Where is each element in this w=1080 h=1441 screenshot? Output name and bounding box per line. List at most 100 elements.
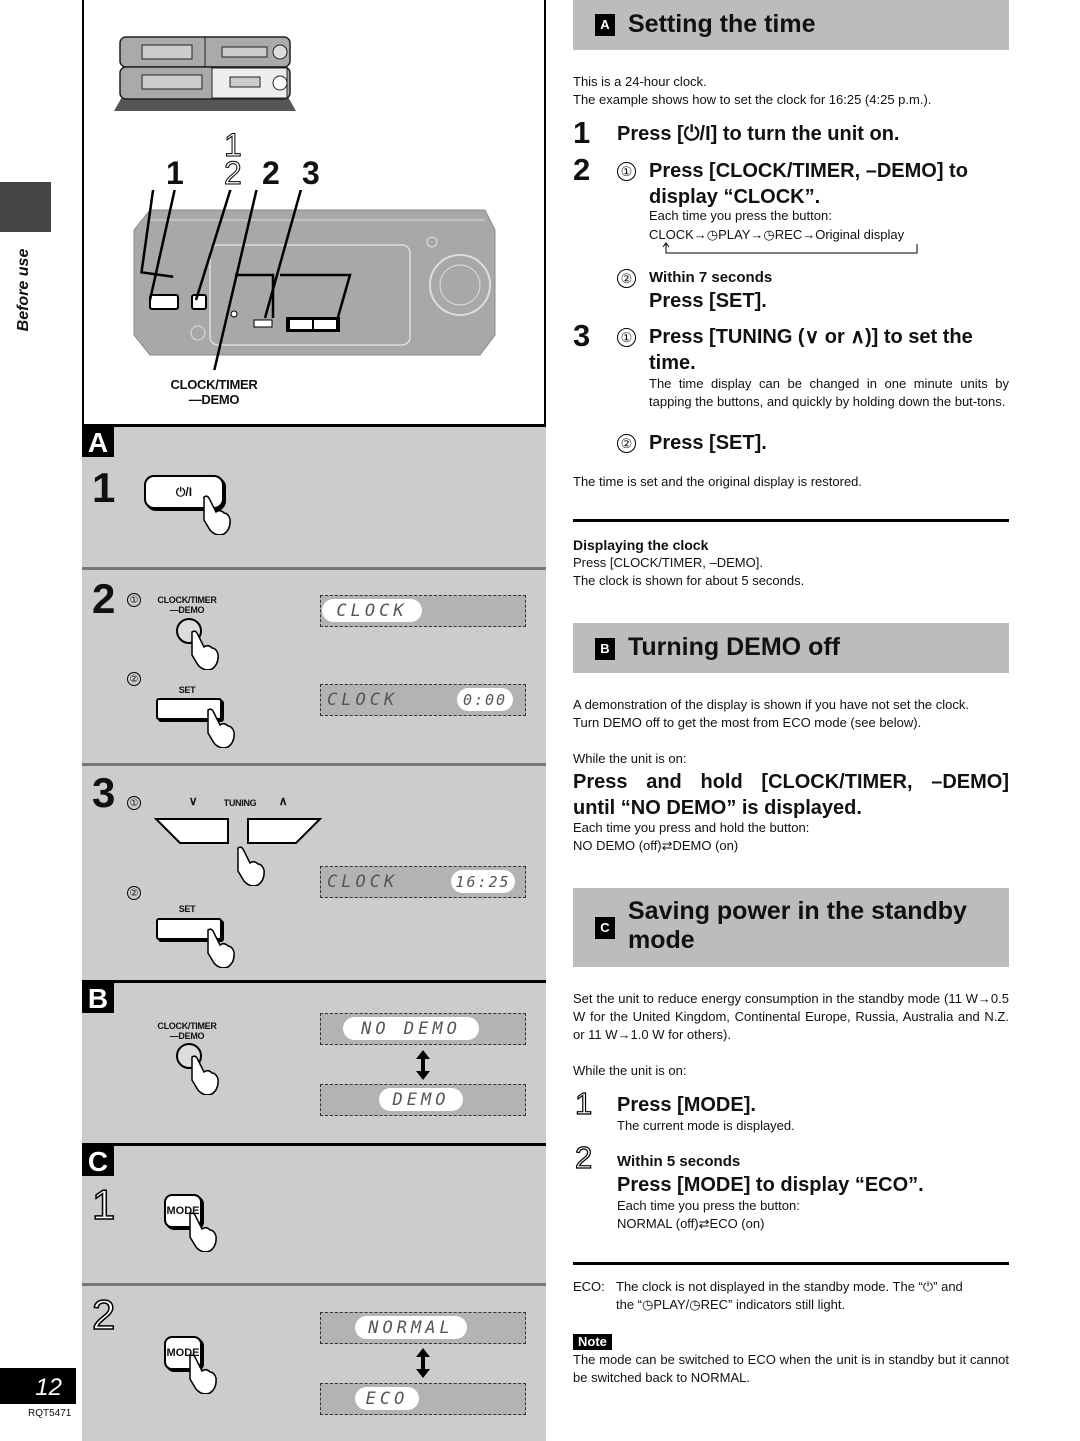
step-number: 2 <box>92 575 116 622</box>
panel-b: B CLOCK/TIMER —DEMO NO DEMO DEMO <box>82 980 546 1143</box>
tuning-up-glyph: ∧ <box>278 794 288 808</box>
intro-text: A demonstration of the display is shown … <box>573 697 969 712</box>
eco-description: the “◷PLAY/◷REC” indicators still light. <box>616 1297 846 1312</box>
cycle-return-arrow-icon <box>662 242 918 254</box>
pointing-hand-icon <box>203 495 231 535</box>
page-number: 12 <box>0 1368 76 1404</box>
display-clock-time: CLOCK 0:00 <box>320 684 526 716</box>
section-badge: A <box>595 14 615 36</box>
toggle-sequence: NO DEMO (off)⇄DEMO (on) <box>573 838 739 853</box>
sub-step-marker: ② <box>617 269 636 288</box>
panel-c-step2: 2 MODE NORMAL ECO <box>82 1283 546 1441</box>
tuning-buttons[interactable] <box>154 816 326 846</box>
divider <box>573 519 1009 522</box>
condition-text: While the unit is on: <box>573 1063 687 1078</box>
label-line2: —DEMO <box>169 605 205 615</box>
intro-text: Turn DEMO off to get the most from ECO m… <box>573 715 922 730</box>
pointing-hand-icon <box>191 630 219 670</box>
label-line1: CLOCK/TIMER <box>157 1021 217 1031</box>
section-tab-marker <box>0 182 51 232</box>
step-number: 1 <box>574 1086 593 1121</box>
panel-a-step3: 3 ① ∨ TUNING ∧ CLOCK 16:25 ② SET <box>82 763 546 980</box>
label-line1: CLOCK/TIMER <box>157 595 217 605</box>
eco-description: The clock is not displayed in the standb… <box>616 1279 963 1294</box>
step-number: 2 <box>91 1291 116 1338</box>
step-instruction: Press [⏻/I] to turn the unit on. <box>617 123 900 145</box>
display-no-demo: NO DEMO <box>320 1013 526 1045</box>
stereo-system-icon <box>114 36 296 111</box>
toggle-arrow-icon <box>416 1050 430 1080</box>
sub-step-marker: ② <box>127 672 141 686</box>
section-c-header: C Saving power in the standby mode <box>573 888 1009 967</box>
step-instruction: Press [SET]. <box>649 432 767 454</box>
section-badge: B <box>595 638 615 660</box>
set-label: SET <box>178 685 196 695</box>
toggle-sequence: NORMAL (off)⇄ECO (on) <box>617 1216 765 1231</box>
outro-text: The time is set and the original display… <box>573 474 863 489</box>
display-text: CLOCK <box>322 599 422 622</box>
divider <box>573 1262 1009 1265</box>
step-note: Each time you press the button: <box>617 1198 800 1213</box>
step-instruction: Press [TUNING (∨ or ∧)] to set the <box>649 326 973 348</box>
note-text: The mode can be switched to ECO when the… <box>573 1352 1009 1385</box>
overview-illustration: 1 1 2 2 3 CLOCK/TIMER —DEMO <box>82 0 546 427</box>
step-note: Each time you press and hold the button: <box>573 820 810 835</box>
step-number: 2 <box>574 1140 593 1175</box>
step-instruction: Press and hold [CLOCK/TIMER, –DEMO] <box>573 771 1009 793</box>
time-limit-note: Within 5 seconds <box>617 1153 741 1170</box>
pointing-hand-icon <box>189 1212 217 1252</box>
panel-badge-b: B <box>82 983 114 1014</box>
subsection-title: Displaying the clock <box>573 537 709 553</box>
pointing-hand-icon <box>207 928 235 968</box>
intro-text: This is a 24-hour clock. <box>573 74 707 89</box>
tuning-label: TUNING <box>223 798 257 808</box>
step-instruction: time. <box>649 352 696 374</box>
intro-text: Set the unit to reduce energy consumptio… <box>573 991 1009 1042</box>
display-text: ECO <box>355 1387 419 1410</box>
clock-timer-demo-label: CLOCK/TIMER —DEMO <box>154 1021 220 1041</box>
set-label: SET <box>178 904 196 914</box>
sub-step-marker: ① <box>127 593 141 607</box>
step-instruction: Press [MODE]. <box>617 1094 756 1116</box>
pointing-hand-icon <box>207 708 235 748</box>
note-badge: Note <box>573 1334 612 1350</box>
callout-step-2-sub2: 2 <box>224 155 243 192</box>
clock-timer-demo-callout-label: CLOCK/TIMER —DEMO <box>164 377 264 407</box>
display-clock-1625: CLOCK 16:25 <box>320 866 526 898</box>
pointing-hand-icon <box>191 1055 219 1095</box>
step-note: Each time you press the button: <box>649 208 832 223</box>
step-number: 2 <box>573 152 591 187</box>
panel-a-step2: 2 ① CLOCK/TIMER —DEMO CLOCK ② SET CLOCK … <box>82 567 546 763</box>
callout-label-line2: —DEMO <box>188 392 240 407</box>
display-eco: ECO <box>320 1383 526 1415</box>
display-normal: NORMAL <box>320 1312 526 1344</box>
panel-a-step1: A 1 ⏻/I <box>82 427 546 567</box>
document-code: RQT5471 <box>28 1408 72 1419</box>
sub-step-marker: ② <box>617 434 636 453</box>
sub-step-marker: ① <box>127 796 141 810</box>
display-text: CLOCK <box>327 690 399 710</box>
step-instruction: Press [CLOCK/TIMER, –DEMO] to <box>649 160 968 182</box>
step-number: 3 <box>573 318 591 353</box>
condition-text: While the unit is on: <box>573 751 687 766</box>
time-limit-note: Within 7 seconds <box>649 269 773 286</box>
section-title: mode <box>628 926 695 954</box>
pointing-hand-icon <box>237 846 265 886</box>
toggle-arrow-icon <box>416 1348 430 1378</box>
step-number: 1 <box>573 115 591 150</box>
panel-badge-a: A <box>82 427 114 458</box>
sub-step-marker: ① <box>617 328 636 347</box>
sub-step-marker: ① <box>617 162 636 181</box>
pointing-hand-icon <box>189 1354 217 1394</box>
display-text: NO DEMO <box>343 1017 479 1040</box>
section-b-header: B Turning DEMO off <box>573 623 1009 673</box>
section-title: Setting the time <box>628 10 816 38</box>
display-time-blinking: 16:25 <box>451 870 515 893</box>
callout-label-line1: CLOCK/TIMER <box>170 377 258 392</box>
display-demo: DEMO <box>320 1084 526 1116</box>
eco-label: ECO: <box>573 1279 605 1294</box>
callout-step-3: 3 <box>302 155 320 191</box>
panel-c-step1: C 1 MODE <box>82 1143 546 1283</box>
section-a-header: A Setting the time <box>573 0 1009 50</box>
clock-timer-demo-label: CLOCK/TIMER —DEMO <box>154 595 220 615</box>
